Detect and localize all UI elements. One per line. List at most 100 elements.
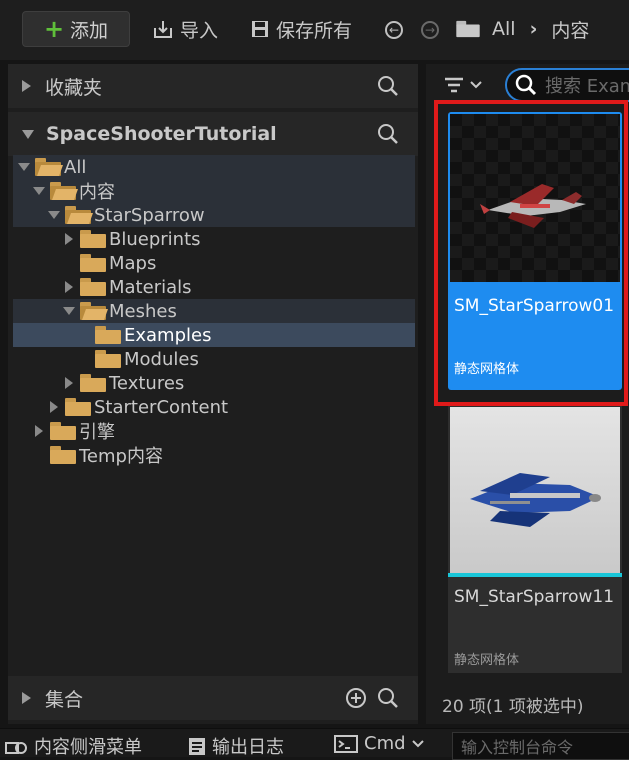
project-header[interactable]: SpaceShooterTutorial xyxy=(8,112,418,156)
folder-icon xyxy=(50,422,76,440)
search-placeholder: 搜索 Exam xyxy=(545,76,629,97)
spaceship-thumbnail-icon xyxy=(470,473,601,527)
folder-icon xyxy=(95,350,121,368)
search-icon[interactable] xyxy=(376,122,400,146)
arrow-right-icon: → xyxy=(421,21,439,39)
add-circle-icon[interactable] xyxy=(344,686,368,710)
asset-search-input[interactable]: 搜索 Exam xyxy=(505,68,629,102)
collapse-arrow-icon[interactable] xyxy=(62,376,76,390)
add-button[interactable]: + 添加 xyxy=(22,11,130,47)
folder-open-icon xyxy=(80,302,109,320)
collapse-arrow-icon[interactable] xyxy=(62,232,76,246)
tree-item[interactable]: Meshes xyxy=(13,299,415,323)
import-label: 导入 xyxy=(180,19,219,42)
filter-icon xyxy=(445,77,463,93)
tree-item[interactable]: Temp内容 xyxy=(13,443,415,467)
content-drawer-button[interactable]: 内容侧滑菜单 xyxy=(4,733,142,759)
back-button[interactable]: ← xyxy=(385,21,403,39)
selection-highlight-box xyxy=(434,100,628,406)
collapse-arrow-icon xyxy=(22,692,31,704)
save-all-button[interactable]: 保存所有 xyxy=(250,11,352,47)
import-icon xyxy=(154,21,172,38)
output-log-label: 输出日志 xyxy=(212,737,284,758)
folder-icon xyxy=(80,230,106,248)
expand-arrow-icon[interactable] xyxy=(32,184,46,198)
folder-open-icon xyxy=(35,158,64,176)
asset-type-color-bar xyxy=(448,573,622,577)
import-button[interactable]: 导入 xyxy=(152,11,218,47)
log-icon xyxy=(189,738,205,755)
folder-tree: All 内容 StarSparrow Blueprints Maps Materials M… xyxy=(13,155,415,467)
tree-item-label: StarSparrow xyxy=(94,204,205,226)
search-icon[interactable] xyxy=(376,686,400,710)
tree-item-label: Maps xyxy=(109,252,157,274)
collapse-arrow-icon[interactable] xyxy=(47,400,61,414)
expand-arrow-icon[interactable] xyxy=(62,304,76,318)
folder-icon xyxy=(80,374,106,392)
tree-item-label: Meshes xyxy=(109,300,177,322)
tree-item-label: Materials xyxy=(109,276,192,298)
folder-open-icon xyxy=(50,182,79,200)
breadcrumb-separator-icon: › xyxy=(529,18,538,40)
folder-icon xyxy=(80,254,106,272)
asset-thumbnail xyxy=(450,407,620,575)
favorites-header[interactable]: 收藏夹 xyxy=(8,64,418,108)
tree-item[interactable]: All xyxy=(13,155,415,179)
tree-item-label: Blueprints xyxy=(109,228,201,250)
console-placeholder: 输入控制台命令 xyxy=(461,738,574,757)
filter-button[interactable] xyxy=(444,70,492,100)
tree-item-label: Textures xyxy=(109,372,185,394)
chevron-down-icon xyxy=(470,81,482,89)
tree-item[interactable]: Maps xyxy=(13,251,415,275)
asset-tile[interactable]: SM_StarSparrow11 静态网格体 xyxy=(448,405,622,673)
folder-open-icon xyxy=(65,206,94,224)
collapse-arrow-icon[interactable] xyxy=(62,280,76,294)
cmd-label: Cmd xyxy=(364,733,406,754)
tree-item-label: StarterContent xyxy=(94,396,229,418)
expand-arrow-icon[interactable] xyxy=(47,208,61,222)
collections-header[interactable]: 集合 xyxy=(8,676,418,720)
add-button-label: 添加 xyxy=(70,19,109,42)
tree-item[interactable]: StarSparrow xyxy=(13,203,415,227)
expand-arrow-icon[interactable] xyxy=(17,160,31,174)
tree-item-label: Temp内容 xyxy=(79,446,163,467)
plus-icon: + xyxy=(43,15,65,43)
arrow-left-icon: ← xyxy=(385,21,403,39)
forward-button[interactable]: → xyxy=(421,21,439,39)
cmd-dropdown[interactable]: Cmd xyxy=(334,733,424,754)
folder-icon xyxy=(95,326,121,344)
breadcrumb-all[interactable]: All xyxy=(492,18,516,40)
terminal-icon xyxy=(334,734,358,753)
folder-icon xyxy=(65,398,91,416)
tree-item[interactable]: StarterContent xyxy=(13,395,415,419)
search-icon xyxy=(515,74,537,96)
tree-item[interactable]: Blueprints xyxy=(13,227,415,251)
tree-item-label: 引擎 xyxy=(79,422,115,443)
tree-item[interactable]: Textures xyxy=(13,371,415,395)
tree-item-label: All xyxy=(64,156,87,178)
search-icon[interactable] xyxy=(376,74,400,98)
asset-name: SM_StarSparrow11 xyxy=(454,587,615,607)
content-drawer-label: 内容侧滑菜单 xyxy=(34,737,142,758)
tree-item[interactable]: Materials xyxy=(13,275,415,299)
content-drawer-icon xyxy=(5,742,27,754)
collapse-arrow-icon xyxy=(22,80,31,92)
folder-icon xyxy=(80,278,106,296)
tree-item-label: Modules xyxy=(124,348,199,370)
breadcrumb-content[interactable]: 内容 xyxy=(551,16,589,43)
item-count: 20 项(1 项被选中) xyxy=(442,697,584,717)
tree-item-label: Examples xyxy=(124,324,212,346)
tree-item[interactable]: 内容 xyxy=(13,179,415,203)
collections-label: 集合 xyxy=(45,688,84,711)
tree-item[interactable]: Examples xyxy=(13,323,415,347)
tree-item[interactable]: 引擎 xyxy=(13,419,415,443)
output-log-button[interactable]: 输出日志 xyxy=(188,733,284,759)
folder-icon xyxy=(455,20,481,40)
collapse-arrow-icon[interactable] xyxy=(32,424,46,438)
save-all-label: 保存所有 xyxy=(276,19,353,42)
tree-item[interactable]: Modules xyxy=(13,347,415,371)
